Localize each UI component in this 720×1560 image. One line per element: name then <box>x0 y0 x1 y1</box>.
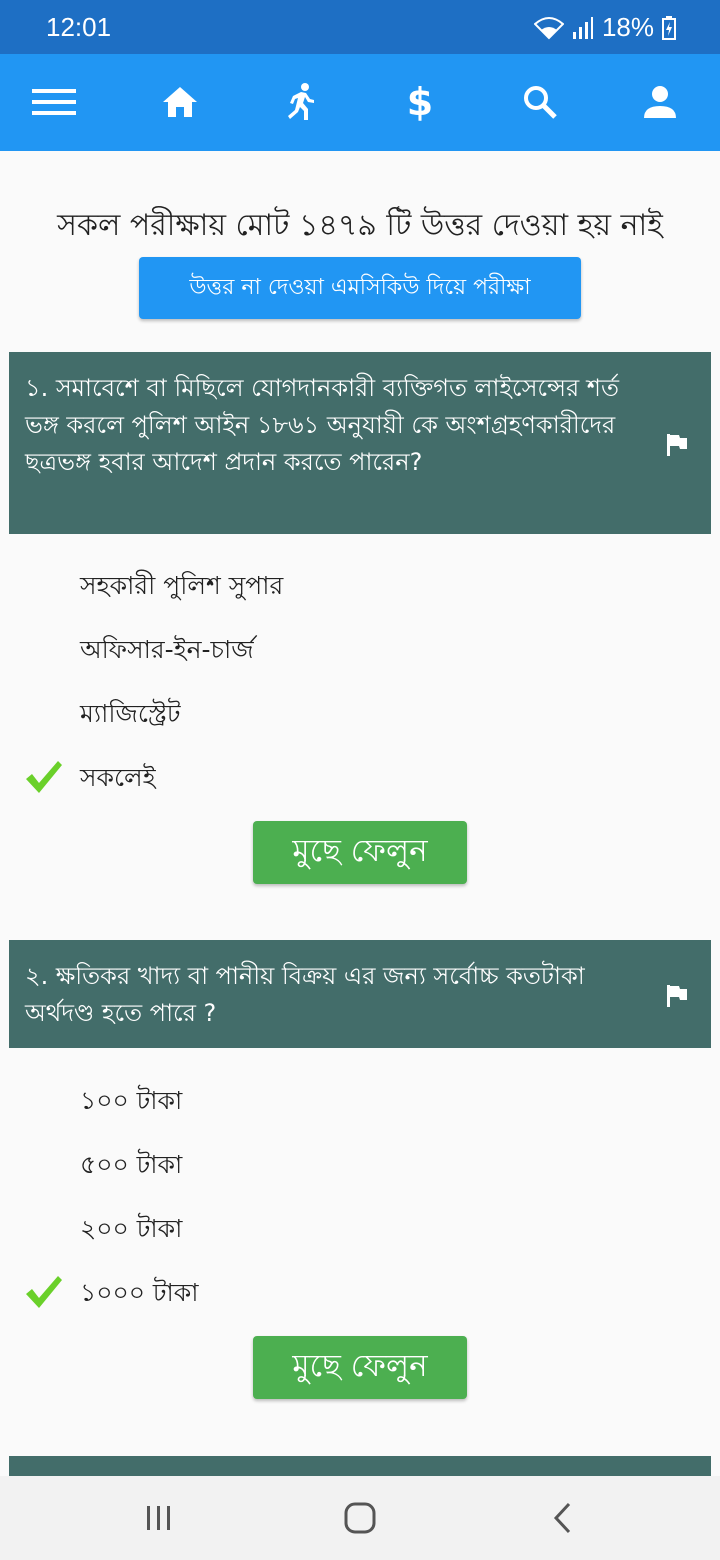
status-time: 12:01 <box>46 12 112 42</box>
battery-percent: 18% <box>601 12 654 42</box>
battery-charging-icon <box>662 15 676 40</box>
recent-apps-icon <box>147 1506 170 1530</box>
flag-icon <box>667 985 687 1007</box>
option-2-3[interactable]: ২০০ টাকা <box>80 1209 182 1252</box>
next-question-header-partial <box>9 1456 711 1476</box>
option-2-1[interactable]: ১০০ টাকা <box>80 1081 182 1124</box>
question-header-1: ১. সমাবেশে বা মিছিলে যোগদানকারী ব্যক্তিগ… <box>9 352 711 534</box>
question-text: ১. সমাবেশে বা মিছিলে যোগদানকারী ব্যক্তিগ… <box>25 374 619 476</box>
running-person-icon <box>288 83 314 120</box>
menu-button[interactable] <box>30 78 78 126</box>
option-1-3[interactable]: ম্যাজিস্ট্রেট <box>80 694 181 737</box>
menu-icon <box>32 89 76 115</box>
flag-button[interactable] <box>665 982 689 1007</box>
back-icon <box>553 1502 571 1534</box>
search-button[interactable] <box>516 78 564 126</box>
option-1-4[interactable]: সকলেই <box>80 758 156 801</box>
recent-apps-button[interactable] <box>139 1498 179 1538</box>
option-2-4[interactable]: ১০০০ টাকা <box>80 1273 199 1316</box>
option-1-2[interactable]: অফিসার-ইন-চার্জ <box>80 630 254 673</box>
status-icons: 18% <box>533 12 676 43</box>
correct-check-icon <box>26 761 62 793</box>
unanswered-exam-button[interactable]: উত্তর না দেওয়া এমসিকিউ দিয়ে পরীক্ষা <box>139 257 581 319</box>
flag-icon <box>667 434 687 456</box>
main-content: সকল পরীক্ষায় মোট ১৪৭৯ টি উত্তর দেওয়া হ… <box>0 151 720 1476</box>
wifi-icon <box>533 16 564 39</box>
system-navigation-bar <box>0 1476 720 1560</box>
flag-button[interactable] <box>665 431 689 456</box>
question-header-2: ২. ক্ষতিকর খাদ্য বা পানীয় বিক্রয় এর জন… <box>9 940 711 1048</box>
search-icon <box>524 86 557 119</box>
home-icon <box>163 87 197 117</box>
top-toolbar: $ <box>0 54 720 151</box>
dollar-icon: $ <box>406 80 434 124</box>
erase-answer-button[interactable]: মুছে ফেলুন <box>253 1336 467 1399</box>
erase-answer-button[interactable]: মুছে ফেলুন <box>253 821 467 884</box>
practice-button[interactable] <box>276 78 324 126</box>
home-nav-icon <box>344 1502 376 1534</box>
person-icon <box>644 86 676 118</box>
profile-button[interactable] <box>636 78 684 126</box>
purchase-button[interactable]: $ <box>396 78 444 126</box>
correct-check-icon <box>26 1276 62 1308</box>
home-nav-button[interactable] <box>340 1498 380 1538</box>
option-1-1[interactable]: সহকারী পুলিশ সুপার <box>80 566 283 609</box>
back-button[interactable] <box>542 1498 582 1538</box>
signal-icon <box>572 16 593 39</box>
home-button[interactable] <box>156 78 204 126</box>
question-text: ২. ক্ষতিকর খাদ্য বা পানীয় বিক্রয় এর জন… <box>25 962 585 1027</box>
option-2-2[interactable]: ৫০০ টাকা <box>80 1145 182 1188</box>
unanswered-summary: সকল পরীক্ষায় মোট ১৪৭৯ টি উত্তর দেওয়া হ… <box>57 208 663 243</box>
status-bar: 12:01 18% <box>0 0 720 54</box>
